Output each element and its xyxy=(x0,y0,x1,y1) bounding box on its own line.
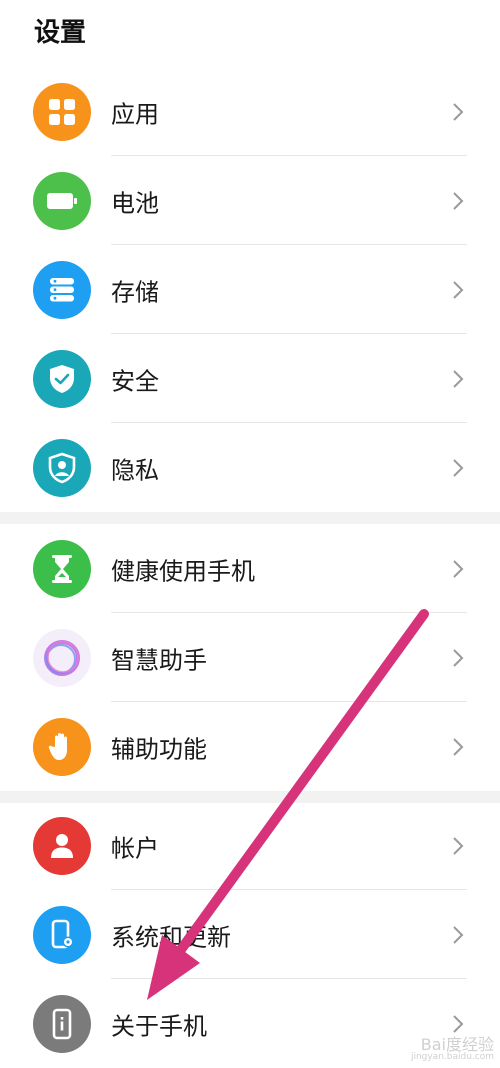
watermark-text: Bai度经验 xyxy=(420,1034,494,1054)
watermark: Bai度经验 jingyan.baidu.com xyxy=(410,1034,494,1063)
annotation-arrow xyxy=(147,609,429,1000)
watermark-subtext: jingyan.baidu.com xyxy=(410,1052,494,1063)
